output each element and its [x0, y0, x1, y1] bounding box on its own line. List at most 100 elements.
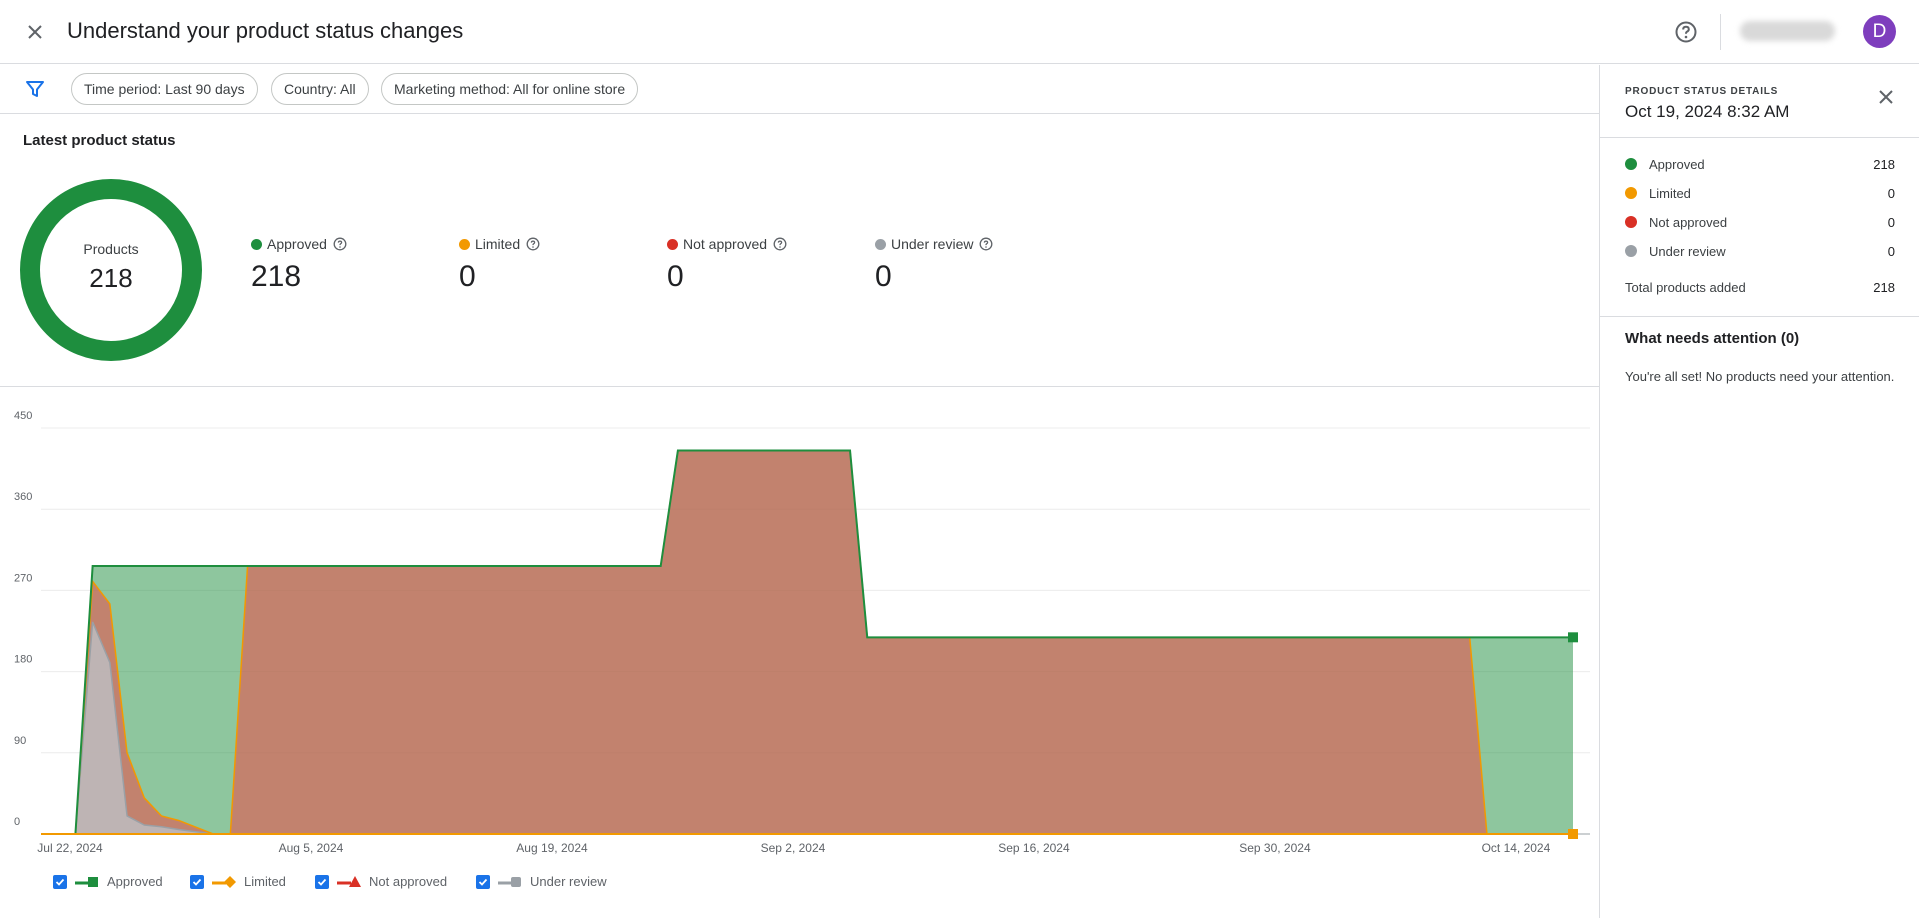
approved-end-marker [1568, 632, 1578, 643]
under-review-dot-icon [875, 238, 886, 250]
close-icon [28, 25, 42, 39]
limited-series-icon [212, 875, 236, 888]
country-chip[interactable]: Country: All [271, 73, 369, 105]
x-tick-label: Sep 2, 2024 [761, 841, 826, 855]
attention-text: You're all set! No products need your at… [1625, 369, 1895, 384]
stat-value: 218 [251, 260, 302, 293]
top-bar: Understand your product status changes D [0, 0, 1919, 64]
approved-series-icon [75, 876, 98, 887]
legend-not-approved[interactable]: Not approved [315, 874, 447, 889]
y-tick-label: 180 [14, 654, 32, 666]
stat-label: Under review [891, 236, 974, 252]
limited-end-marker [1568, 829, 1578, 839]
legend-limited[interactable]: Limited [190, 874, 286, 889]
help-icon[interactable] [526, 237, 540, 251]
x-tick-label: Aug 19, 2024 [516, 841, 588, 855]
limited-dot-icon [459, 238, 470, 250]
legend-label: Under review [530, 874, 607, 889]
checkbox-checked-icon[interactable] [53, 874, 67, 889]
section-divider [0, 386, 1599, 387]
panel-row-label: Limited [1649, 185, 1691, 201]
panel-row-approved: Approved 218 [1625, 155, 1895, 173]
x-tick-label: Jul 22, 2024 [37, 841, 103, 855]
panel-divider [1600, 316, 1919, 317]
not-approved-series-icon [337, 875, 361, 887]
x-tick-label: Oct 14, 2024 [1482, 841, 1551, 855]
x-tick-label: Sep 30, 2024 [1239, 841, 1311, 855]
panel-date: Oct 19, 2024 8:32 AM [1625, 102, 1790, 121]
x-tick-label: Sep 16, 2024 [998, 841, 1070, 855]
panel-row-value: 218 [1873, 156, 1895, 172]
not-approved-area [41, 450, 1573, 834]
status-area-chart[interactable]: 0 90 180 270 360 450 Jul 22, 2024 Aug 5, 2024 Au… [0, 410, 1599, 860]
stat-under-review: Under review 0 [875, 234, 993, 294]
avatar[interactable]: D [1863, 15, 1896, 48]
y-tick-label: 90 [14, 735, 26, 747]
legend-label: Limited [244, 874, 286, 889]
panel-row-not-approved: Not approved 0 [1625, 213, 1895, 231]
stat-not-approved: Not approved 0 [667, 234, 787, 294]
header-divider [1720, 14, 1721, 50]
stat-limited: Limited 0 [459, 234, 540, 294]
close-button[interactable] [20, 20, 50, 44]
latest-status-title: Latest product status [23, 132, 176, 149]
legend-under-review[interactable]: Under review [476, 874, 607, 889]
panel-row-under-review: Under review 0 [1625, 242, 1895, 260]
help-icon[interactable] [773, 237, 787, 251]
panel-row-value: 0 [1887, 214, 1895, 230]
not-approved-dot-icon [1625, 216, 1637, 228]
panel-row-value: 0 [1887, 185, 1895, 201]
y-tick-label: 450 [14, 410, 32, 422]
status-details-panel: PRODUCT STATUS DETAILS Oct 19, 2024 8:32… [1599, 65, 1919, 918]
legend-label: Not approved [369, 874, 448, 889]
stat-label: Limited [475, 236, 521, 252]
under-review-dot-icon [1625, 245, 1637, 257]
stat-approved: Approved 218 [251, 234, 347, 294]
account-name-redacted[interactable] [1740, 21, 1835, 41]
help-button[interactable] [1674, 20, 1698, 44]
donut-label: Products [83, 241, 139, 257]
legend-approved[interactable]: Approved [53, 874, 163, 889]
time-period-chip[interactable]: Time period: Last 90 days [71, 73, 258, 105]
legend-label: Approved [107, 874, 163, 889]
help-icon[interactable] [333, 237, 347, 251]
approved-dot-icon [251, 238, 262, 250]
panel-row-label: Not approved [1649, 214, 1728, 230]
page-title: Understand your product status changes [67, 18, 464, 43]
filter-bar: Time period: Last 90 days Country: All M… [0, 65, 1599, 114]
help-icon[interactable] [979, 237, 993, 251]
panel-row-limited: Limited 0 [1625, 184, 1895, 202]
stat-label: Approved [267, 236, 327, 252]
panel-row-label: Approved [1649, 156, 1705, 172]
donut-value: 218 [89, 263, 133, 293]
panel-row-label: Under review [1649, 243, 1726, 259]
chart-legend: Approved Limited Not approved Under revi… [0, 870, 900, 900]
limited-dot-icon [1625, 187, 1637, 199]
under-review-series-icon [498, 876, 521, 887]
checkbox-checked-icon[interactable] [190, 874, 204, 889]
x-tick-label: Aug 5, 2024 [279, 841, 344, 855]
panel-row-total: Total products added 218 [1625, 278, 1895, 296]
stat-value: 0 [459, 260, 476, 293]
help-icon [1675, 21, 1697, 43]
panel-close-button[interactable] [1874, 85, 1898, 109]
panel-total-value: 218 [1873, 279, 1895, 295]
stat-label: Not approved [683, 236, 768, 252]
panel-row-value: 0 [1887, 243, 1895, 259]
attention-title: What needs attention (0) [1625, 330, 1800, 347]
panel-overline: PRODUCT STATUS DETAILS [1625, 86, 1779, 97]
y-tick-label: 0 [14, 816, 20, 828]
filter-button[interactable] [25, 79, 45, 99]
y-tick-label: 270 [14, 572, 32, 584]
approved-dot-icon [1625, 158, 1637, 170]
y-tick-label: 360 [14, 491, 32, 503]
panel-total-label: Total products added [1625, 279, 1746, 295]
stat-value: 0 [875, 260, 892, 293]
checkbox-checked-icon[interactable] [315, 874, 329, 889]
panel-divider [1600, 137, 1919, 138]
stat-value: 0 [667, 260, 684, 293]
not-approved-dot-icon [667, 238, 678, 250]
checkbox-checked-icon[interactable] [476, 874, 490, 889]
close-icon [1879, 90, 1893, 104]
marketing-method-chip[interactable]: Marketing method: All for online store [381, 73, 639, 105]
